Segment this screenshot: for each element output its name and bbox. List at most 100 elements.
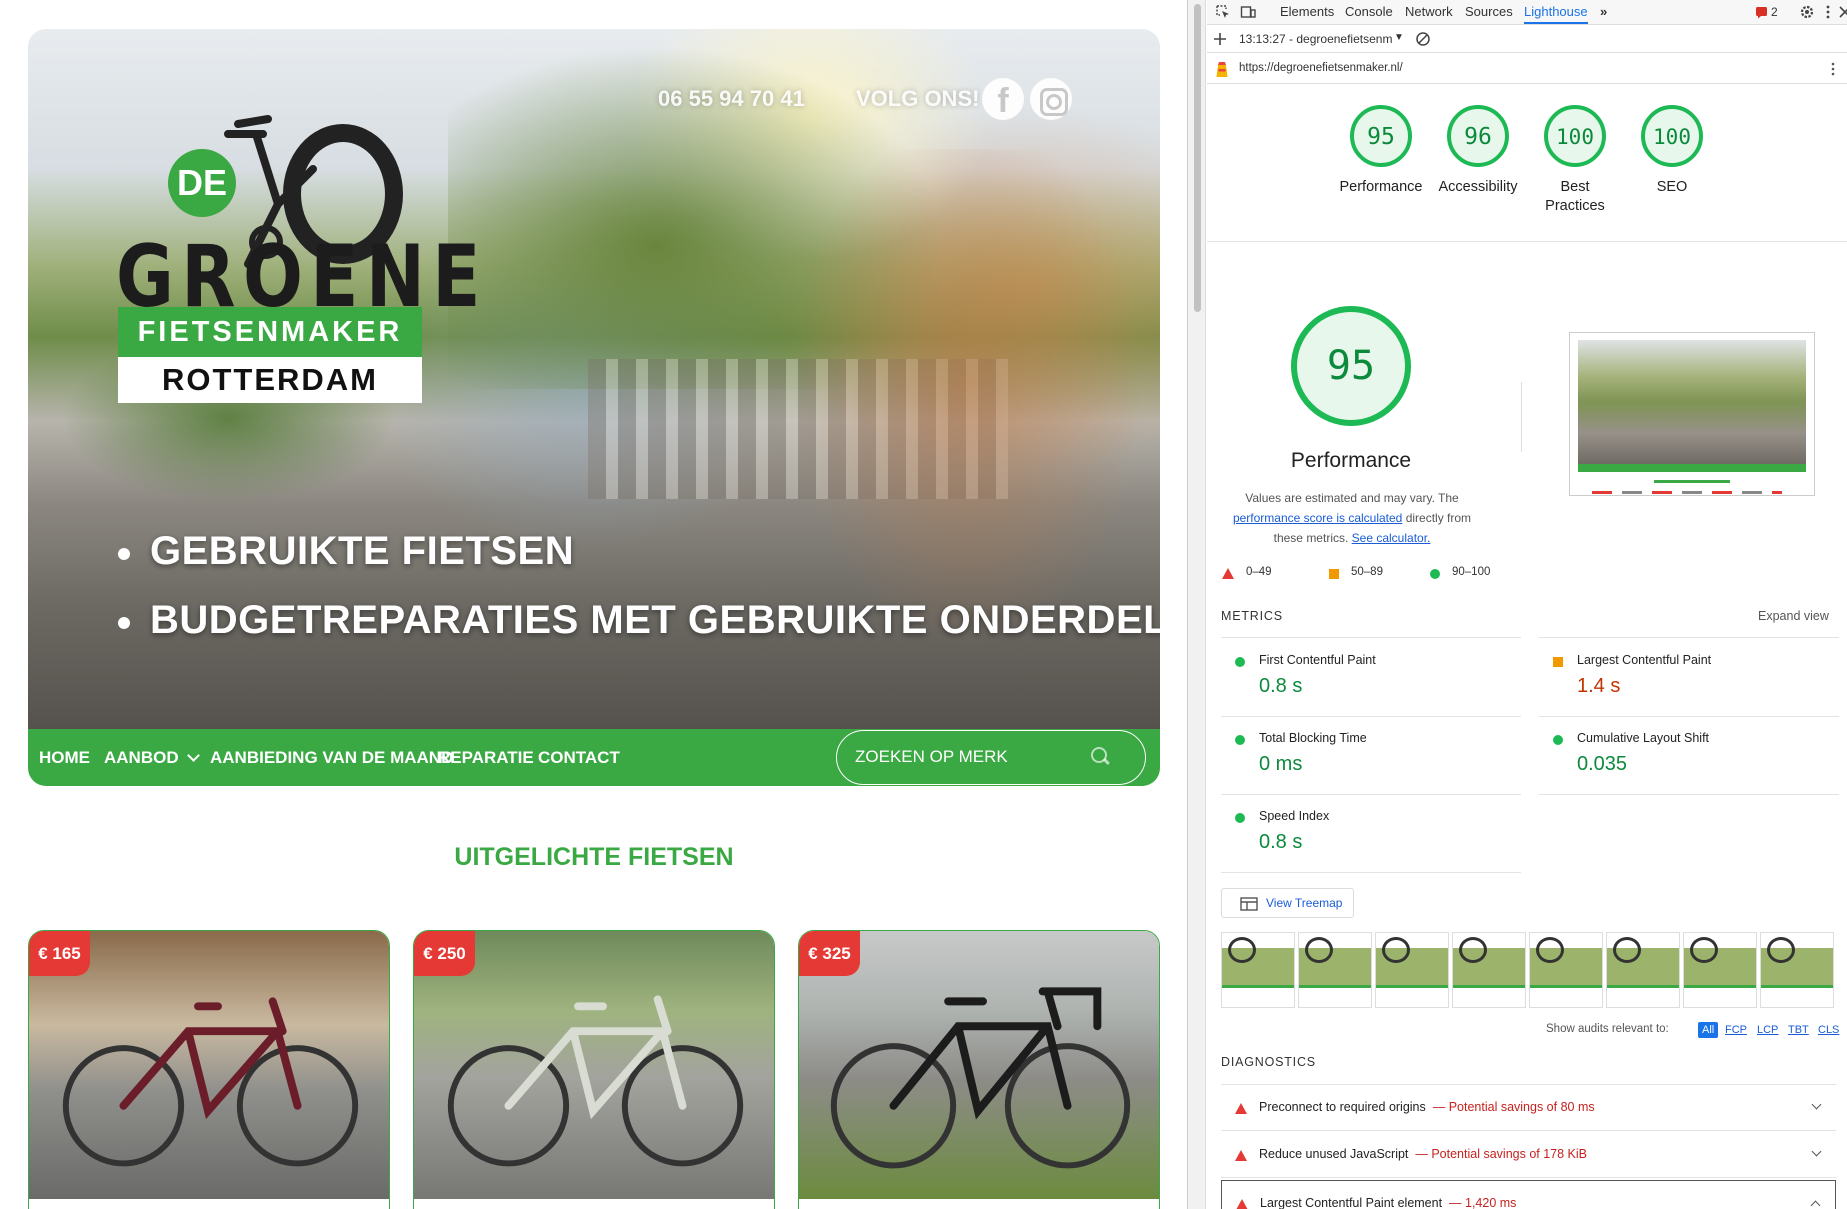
report-selector[interactable]: 13:13:27 - degroenefietsenm (1239, 32, 1392, 46)
average-legend-icon (1329, 569, 1339, 579)
tab-sources[interactable]: Sources (1465, 0, 1513, 24)
close-icon[interactable] (1837, 4, 1847, 20)
nav-aanbieding[interactable]: AANBIEDING VAN DE MAAND (210, 729, 453, 786)
device-toolbar-icon[interactable] (1240, 4, 1256, 20)
metric-si: Speed Index 0.8 s (1221, 795, 1521, 873)
diagnostic-preconnect[interactable]: Preconnect to required origins — Potenti… (1221, 1085, 1836, 1131)
tab-lighthouse[interactable]: Lighthouse (1524, 0, 1588, 24)
fail-icon (1235, 1150, 1247, 1161)
treemap-icon (1240, 897, 1258, 911)
score-value: 100 (1556, 125, 1594, 149)
nav-aanbod-label: AANBOD (104, 748, 179, 767)
search-icon[interactable] (1091, 747, 1110, 766)
performance-gauge: 95 (1291, 306, 1411, 426)
logo-de-badge: DE (168, 149, 236, 217)
hero-bullet-list: GEBRUIKTE FIETSEN BUDGETREPARATIES MET G… (118, 529, 1160, 667)
tab-console[interactable]: Console (1345, 0, 1393, 24)
site-logo[interactable]: DE GROENE FIETSENMAKER ROTTERDAM (88, 79, 480, 409)
follow-us-label: VOLG ONS! (856, 86, 980, 111)
metric-fcp: First Contentful Paint 0.8 s (1221, 639, 1521, 717)
facebook-icon[interactable] (982, 78, 1024, 120)
product-card[interactable]: € 250 (413, 930, 775, 1209)
diagnostic-unused-js[interactable]: Reduce unused JavaScript — Potential sav… (1221, 1132, 1836, 1178)
filmstrip (1221, 932, 1847, 1008)
desc-text: Values are estimated and may vary. The (1245, 491, 1459, 505)
logo-city-text: ROTTERDAM (118, 357, 422, 403)
filmstrip-frame (1606, 932, 1680, 1008)
see-calculator-link[interactable]: See calculator. (1352, 531, 1431, 545)
nav-contact[interactable]: CONTACT (538, 729, 620, 786)
filmstrip-frame (1683, 932, 1757, 1008)
diagnostic-savings-prefix: — (1445, 1196, 1465, 1209)
nav-aanbod[interactable]: AANBOD (104, 729, 200, 786)
pass-legend-icon (1430, 569, 1440, 579)
diagnostic-text: Largest Contentful Paint element — 1,420… (1260, 1196, 1516, 1209)
hero-banner: DE GROENE FIETSENMAKER ROTTERDAM 06 55 9… (28, 29, 1160, 729)
more-tabs-icon[interactable]: » (1600, 0, 1607, 24)
filter-all[interactable]: All (1698, 1022, 1719, 1038)
kebab-menu-icon[interactable] (1825, 61, 1841, 77)
tab-network[interactable]: Network (1405, 0, 1453, 24)
devtools-main: Elements Console Network Sources Lightho… (1207, 0, 1847, 1209)
filter-fcp[interactable]: FCP (1721, 1022, 1751, 1038)
score-calculated-link[interactable]: performance score is calculated (1233, 511, 1402, 525)
filter-tbt[interactable]: TBT (1784, 1022, 1813, 1038)
report-dropdown-icon[interactable]: ▼ (1394, 32, 1404, 43)
score-label: Performance (1339, 179, 1423, 195)
average-icon (1553, 657, 1563, 667)
performance-score: 95 (1327, 343, 1375, 389)
metric-name: Cumulative Layout Shift (1577, 731, 1710, 745)
performance-description: Values are estimated and may vary. The p… (1217, 488, 1487, 548)
clear-icon[interactable] (1415, 31, 1431, 47)
product-card[interactable]: € 165 (28, 930, 390, 1209)
hero-bullet: GEBRUIKTE FIETSEN (118, 529, 1160, 574)
filmstrip-frame (1298, 932, 1372, 1008)
brand-search-input[interactable] (855, 731, 1085, 783)
kebab-menu-icon[interactable] (1820, 4, 1836, 20)
nav-home[interactable]: HOME (39, 729, 90, 786)
score-value: 96 (1464, 124, 1492, 150)
scrollbar-thumb[interactable] (1194, 4, 1201, 312)
score-gauge[interactable]: 100 (1640, 104, 1704, 168)
metric-tbt: Total Blocking Time 0 ms (1221, 717, 1521, 795)
page-scrollbar[interactable] (1188, 0, 1206, 1209)
price-badge: € 165 (29, 931, 90, 976)
divider (1207, 241, 1847, 242)
gear-icon[interactable] (1799, 4, 1815, 20)
filter-cls[interactable]: CLS (1814, 1022, 1843, 1038)
final-screenshot[interactable] (1569, 332, 1815, 496)
metric-cls: Cumulative Layout Shift 0.035 (1539, 717, 1839, 795)
chevron-down-icon (186, 749, 200, 762)
score-gauge[interactable]: 95 (1349, 104, 1413, 168)
expand-view-button[interactable]: Expand view (1758, 609, 1829, 623)
divider (1221, 637, 1521, 638)
diagnostic-text: Reduce unused JavaScript — Potential sav… (1259, 1147, 1587, 1161)
product-card[interactable]: € 325 (798, 930, 1160, 1209)
tab-elements[interactable]: Elements (1280, 0, 1334, 24)
legend-fail: 0–49 (1246, 566, 1272, 578)
filter-lcp[interactable]: LCP (1753, 1022, 1782, 1038)
filmstrip-frame (1529, 932, 1603, 1008)
legend-average: 50–89 (1351, 566, 1383, 578)
plus-icon[interactable] (1212, 31, 1228, 47)
inspect-icon[interactable] (1215, 4, 1231, 20)
diagnostic-title: Preconnect to required origins (1259, 1100, 1426, 1114)
chevron-up-icon[interactable] (1810, 1200, 1821, 1209)
devtools-tabbar: Elements Console Network Sources Lightho… (1207, 0, 1847, 25)
audited-url[interactable]: https://degroenefietsenmaker.nl/ (1239, 62, 1403, 74)
diagnostic-lcp-element[interactable]: Largest Contentful Paint element — 1,420… (1221, 1180, 1836, 1209)
issues-icon[interactable] (1755, 6, 1768, 19)
fail-icon (1236, 1199, 1248, 1209)
phone-link[interactable]: 06 55 94 70 41 (658, 86, 805, 112)
chevron-down-icon[interactable] (1811, 1099, 1822, 1110)
view-treemap-button[interactable]: View Treemap (1221, 888, 1354, 918)
main-nav: HOME AANBOD AANBIEDING VAN DE MAAND REPA… (28, 729, 1160, 786)
nav-reparatie[interactable]: REPARATIE (438, 729, 534, 786)
fail-icon (1235, 1103, 1247, 1114)
issues-count[interactable]: 2 (1771, 0, 1778, 24)
instagram-icon[interactable] (1030, 78, 1072, 120)
hero-bullet: BUDGETREPARATIES MET GEBRUIKTE ONDERDELE… (118, 598, 1160, 643)
score-gauge[interactable]: 96 (1446, 104, 1510, 168)
chevron-down-icon[interactable] (1811, 1146, 1822, 1157)
score-gauge[interactable]: 100 (1543, 104, 1607, 168)
